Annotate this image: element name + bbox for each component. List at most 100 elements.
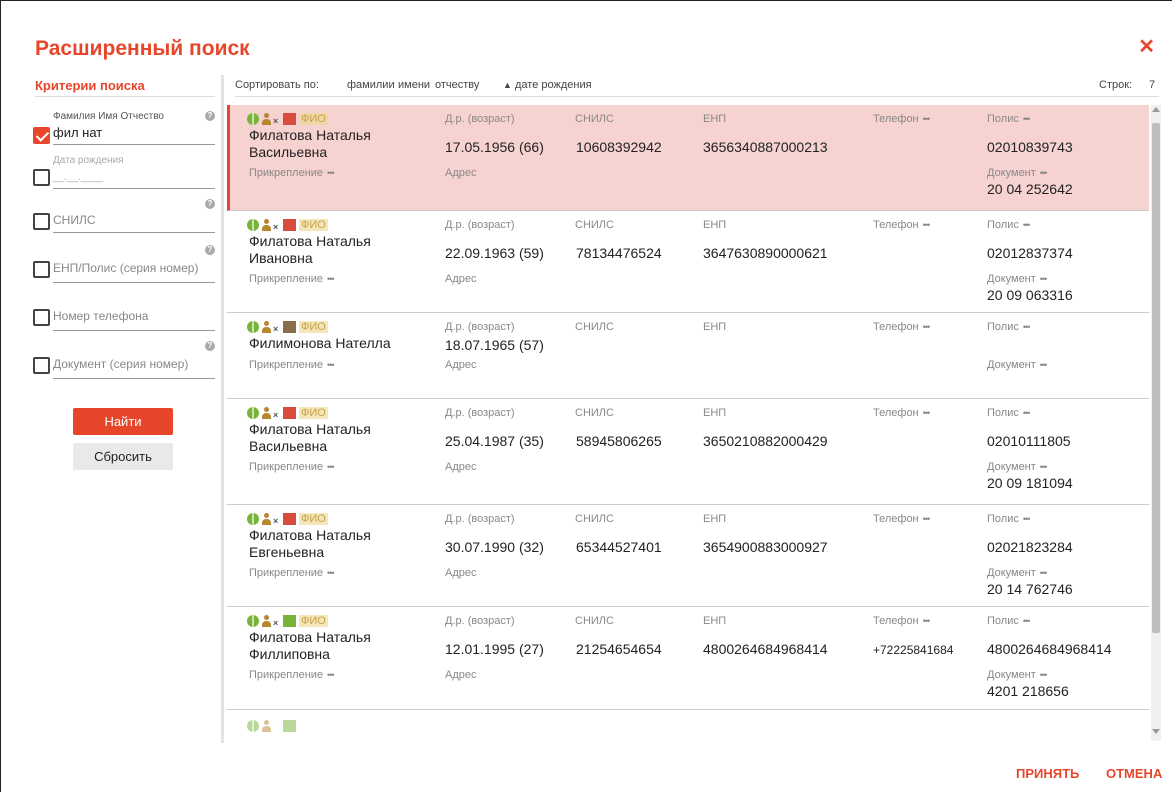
status-icons: × ФИО <box>247 219 331 232</box>
x-mark-icon: × <box>273 324 279 334</box>
phone-input[interactable]: Номер телефона <box>53 309 215 331</box>
more-icon[interactable]: ••• <box>1040 462 1048 472</box>
document-placeholder: Документ (серия номер) <box>53 357 189 371</box>
birth-date-checkbox[interactable] <box>33 169 50 186</box>
more-icon[interactable]: ••• <box>923 514 931 524</box>
scrollbar-thumb[interactable] <box>1152 123 1160 633</box>
more-icon[interactable]: ••• <box>923 408 931 418</box>
more-icon[interactable]: ••• <box>1023 616 1031 626</box>
snils-label: СНИЛС <box>575 113 614 125</box>
phone-label: Телефон ••• <box>873 513 931 525</box>
patient-name: Филимонова Нателла <box>249 335 391 351</box>
table-row[interactable]: × ФИО Филатова Наталья Васильевна Прикрепле… <box>227 399 1149 505</box>
more-icon[interactable]: ••• <box>1023 514 1031 524</box>
scroll-down-icon[interactable] <box>1152 729 1160 734</box>
document-label: Документ ••• <box>987 167 1048 179</box>
sort-by-patronymic[interactable]: отчеству <box>435 79 479 91</box>
status-icons: × ФИО <box>247 321 331 334</box>
phone-checkbox[interactable] <box>33 309 50 326</box>
address-label: Адрес <box>445 461 477 473</box>
more-icon[interactable]: ••• <box>327 274 335 284</box>
help-icon[interactable]: ? <box>205 341 215 351</box>
help-icon[interactable]: ? <box>205 199 215 209</box>
accept-button[interactable]: ПРИНЯТЬ <box>1016 766 1079 781</box>
document-input[interactable]: Документ (серия номер) <box>53 357 215 379</box>
more-icon[interactable]: ••• <box>327 360 335 370</box>
fio-value: фил нат <box>53 125 103 140</box>
table-row[interactable] <box>227 710 1149 741</box>
help-icon[interactable]: ? <box>205 245 215 255</box>
help-icon[interactable]: ? <box>205 111 215 121</box>
enp-value: 4800264684968414 <box>703 641 828 657</box>
snils-value: 10608392942 <box>576 139 662 155</box>
search-criteria-panel: Критерии поиска Фамилия Имя Отчество фил… <box>31 75 219 745</box>
document-value: 20 04 252642 <box>987 181 1073 197</box>
enp-checkbox[interactable] <box>33 261 50 278</box>
fio-input[interactable]: Фамилия Имя Отчество фил нат <box>53 111 215 145</box>
more-icon[interactable]: ••• <box>327 462 335 472</box>
rows-label: Строк: <box>1099 79 1133 91</box>
birth-label: Д.р. (возраст) <box>445 113 515 125</box>
more-icon[interactable]: ••• <box>1040 360 1048 370</box>
more-icon[interactable]: ••• <box>1023 220 1031 230</box>
document-label-text: Документ <box>987 461 1036 473</box>
enp-input[interactable]: ЕНП/Полис (серия номер) <box>53 261 215 283</box>
phone-field: Номер телефона <box>31 307 215 333</box>
document-value: 20 09 063316 <box>987 287 1073 303</box>
birth-label: Д.р. (возраст) <box>445 615 515 627</box>
document-value: 20 14 762746 <box>987 581 1073 597</box>
birth-date-input[interactable]: Дата рождения __.__.____ <box>53 155 215 189</box>
more-icon[interactable]: ••• <box>1040 670 1048 680</box>
globe-icon <box>247 407 259 419</box>
advanced-search-dialog: Расширенный поиск ✕ Критерии поиска Фами… <box>0 0 1172 792</box>
attachment-label-text: Прикрепление <box>249 273 324 285</box>
more-icon[interactable]: ••• <box>327 670 335 680</box>
find-button[interactable]: Найти <box>73 408 173 435</box>
results-list: × ФИО Филатова Наталья Васильевна Прикрепле… <box>227 105 1149 741</box>
more-icon[interactable]: ••• <box>1040 168 1048 178</box>
table-row[interactable]: × ФИО Филатова Наталья Филлиповна Прикрепле… <box>227 607 1149 710</box>
table-row[interactable]: × ФИО Филатова Наталья Ивановна Прикреплени… <box>227 211 1149 313</box>
scroll-up-icon[interactable] <box>1152 107 1160 112</box>
birth-value: 22.09.1963 (59) <box>445 245 544 261</box>
table-row[interactable]: × ФИО Филатова Наталья Васильевна Прикрепле… <box>227 105 1149 211</box>
table-row[interactable]: × ФИО Филатова Наталья Евгеньевна Прикрепле… <box>227 505 1149 607</box>
enp-label: ЕНП <box>703 219 727 231</box>
document-checkbox[interactable] <box>33 357 50 374</box>
phone-value: +72225841684 <box>873 643 954 657</box>
sort-by-surname[interactable]: фамилии <box>347 79 395 91</box>
more-icon[interactable]: ••• <box>1040 274 1048 284</box>
fio-field: Фамилия Имя Отчество фил нат ? <box>31 111 215 147</box>
document-label: Документ ••• <box>987 669 1048 681</box>
more-icon[interactable]: ••• <box>1023 114 1031 124</box>
sort-by-name[interactable]: имени <box>398 79 430 91</box>
birth-value: 25.04.1987 (35) <box>445 433 544 449</box>
phone-label: Телефон ••• <box>873 219 931 231</box>
table-row[interactable]: × ФИО Филимонова Нателла Прикрепление ••• Д.р… <box>227 313 1149 399</box>
document-value: 4201 218656 <box>987 683 1069 699</box>
more-icon[interactable]: ••• <box>923 220 931 230</box>
close-icon[interactable]: ✕ <box>1138 37 1155 57</box>
attachment-label: Прикрепление ••• <box>249 567 335 579</box>
more-icon[interactable]: ••• <box>1023 322 1031 332</box>
more-icon[interactable]: ••• <box>923 322 931 332</box>
globe-icon <box>247 219 259 231</box>
more-icon[interactable]: ••• <box>1040 568 1048 578</box>
policy-label-text: Полис <box>987 407 1019 419</box>
policy-label: Полис ••• <box>987 407 1031 419</box>
sort-by-birth-date[interactable]: дате рождения <box>515 79 592 91</box>
enp-label: ЕНП <box>703 615 727 627</box>
fio-checkbox[interactable] <box>33 127 50 144</box>
snils-value: 58945806265 <box>576 433 662 449</box>
more-icon[interactable]: ••• <box>923 616 931 626</box>
phone-label-text: Телефон <box>873 113 919 125</box>
reset-button[interactable]: Сбросить <box>73 443 173 470</box>
more-icon[interactable]: ••• <box>1023 408 1031 418</box>
more-icon[interactable]: ••• <box>327 168 335 178</box>
snils-input[interactable]: СНИЛС <box>53 213 215 233</box>
cancel-button[interactable]: ОТМЕНА <box>1106 766 1162 781</box>
more-icon[interactable]: ••• <box>327 568 335 578</box>
more-icon[interactable]: ••• <box>923 114 931 124</box>
policy-value: 02012837374 <box>987 245 1073 261</box>
snils-checkbox[interactable] <box>33 213 50 230</box>
